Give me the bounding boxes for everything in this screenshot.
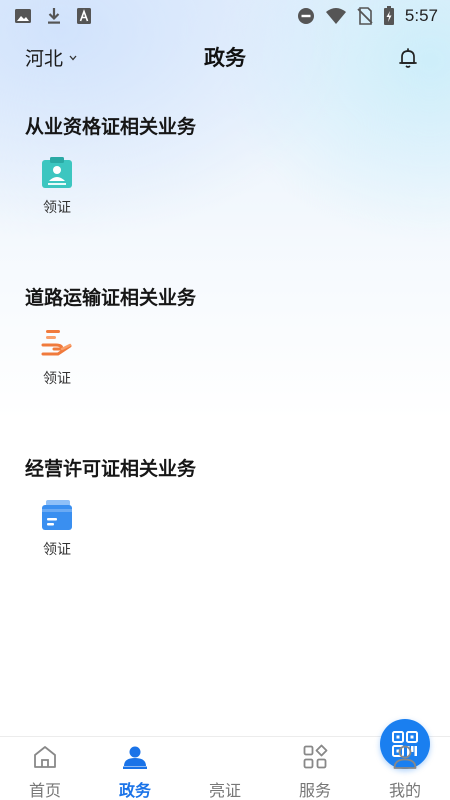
no-sim-icon xyxy=(357,7,373,25)
home-icon xyxy=(34,746,56,768)
wifi-icon xyxy=(325,8,346,24)
tab-show-certificate[interactable]: 亮证 xyxy=(180,719,430,800)
tab-home[interactable]: 首页 xyxy=(0,737,90,800)
receive-certificate-button[interactable]: 领证 xyxy=(33,498,81,559)
tab-label: 亮证 xyxy=(208,781,241,800)
status-right-icons: 5:57 xyxy=(297,6,438,26)
status-bar: 5:57 xyxy=(0,0,450,32)
tab-mine[interactable]: 我的 xyxy=(360,737,450,800)
do-not-disturb-icon xyxy=(297,8,314,24)
section-qualification-certificate: 从业资格证相关业务 领证 xyxy=(25,112,425,216)
service-label: 领证 xyxy=(43,200,71,216)
certificate-download-icon xyxy=(42,157,72,188)
section-title: 经营许可证相关业务 xyxy=(25,458,197,480)
person-icon xyxy=(123,746,147,769)
bell-icon[interactable] xyxy=(396,46,420,70)
service-label: 领证 xyxy=(43,371,71,387)
receive-certificate-button[interactable]: 领证 xyxy=(33,156,81,217)
section-title: 从业资格证相关业务 xyxy=(25,116,197,138)
tab-label: 政务 xyxy=(118,781,151,800)
tab-label: 服务 xyxy=(298,781,331,800)
license-card-icon xyxy=(42,500,72,530)
status-time: 5:57 xyxy=(404,6,438,25)
section-business-license: 经营许可证相关业务 领证 xyxy=(25,454,425,558)
download-icon xyxy=(48,8,60,24)
battery-charging-icon xyxy=(383,6,394,25)
header: 河北 政务 xyxy=(0,36,450,80)
status-left-icons xyxy=(14,7,92,25)
image-icon xyxy=(15,9,31,23)
apps-grid-icon xyxy=(303,744,328,769)
receive-certificate-button[interactable]: 领证 xyxy=(33,327,81,388)
service-label: 领证 xyxy=(43,542,71,558)
section-title: 道路运输证相关业务 xyxy=(25,287,197,309)
page-title: 政务 xyxy=(204,46,246,70)
font-a-icon xyxy=(77,8,91,24)
tab-label: 我的 xyxy=(388,781,421,800)
bottom-nav: 首页 政务 亮证 服务 我的 xyxy=(0,719,450,800)
tab-label: 首页 xyxy=(28,781,61,800)
tab-government-affairs[interactable]: 政务 xyxy=(90,737,180,800)
tab-services[interactable]: 服务 xyxy=(270,737,360,800)
hand-receive-icon xyxy=(41,330,72,356)
section-road-transport-certificate: 道路运输证相关业务 领证 xyxy=(25,283,425,387)
profile-icon xyxy=(393,745,417,769)
